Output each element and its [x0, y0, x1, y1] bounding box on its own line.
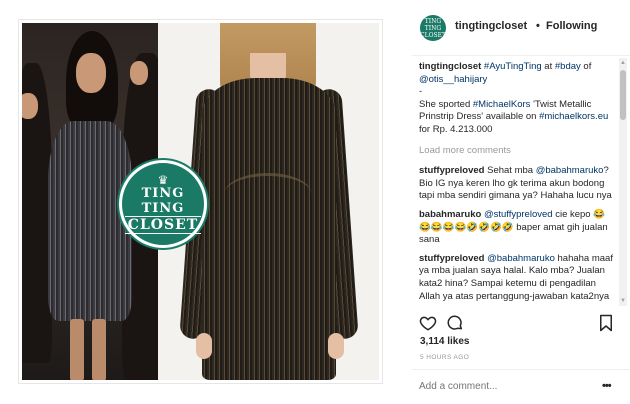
hashtag[interactable]: #bday	[555, 61, 581, 72]
caption-text: for Rp. 4.213.000	[419, 123, 493, 135]
hashtag[interactable]: #michaelkors.eu	[539, 111, 608, 122]
avatar-text: TING TING CLOSET	[420, 17, 446, 39]
leg	[92, 319, 106, 380]
watermark-line1: TING TING	[141, 186, 185, 216]
add-comment-bar: •••	[412, 369, 630, 404]
mention[interactable]: @otis__hahijary	[419, 74, 487, 85]
background-face	[130, 61, 148, 85]
scroll-up-icon[interactable]: ▲	[620, 59, 626, 67]
comments-scrollbar[interactable]: ▲ ▼	[619, 58, 627, 306]
caption-text: of	[580, 61, 592, 72]
post-image[interactable]: ♛ TING TING CLOSET	[18, 19, 383, 384]
likes-count[interactable]: 3,114 likes	[420, 336, 470, 347]
following-button[interactable]: Following	[546, 20, 597, 32]
comments-list[interactable]: tingtingcloset #AyuTingTing at #bday of …	[419, 61, 613, 301]
caption-dash: -	[419, 86, 423, 98]
metallic-dress	[202, 78, 336, 380]
bookmark-icon[interactable]	[598, 314, 614, 332]
comment-username[interactable]: stuffypreloved	[419, 253, 484, 264]
add-comment-input[interactable]	[419, 381, 579, 392]
caption-text: She sported	[419, 98, 473, 110]
header-username[interactable]: tingtingcloset	[455, 20, 527, 32]
action-bar	[412, 310, 630, 334]
post-time: 5 HOURS AGO	[420, 354, 470, 361]
model-hand	[196, 333, 212, 359]
dot-separator: •	[536, 20, 540, 32]
scroll-thumb[interactable]	[620, 70, 626, 120]
load-more-comments-link[interactable]: Load more comments	[419, 145, 613, 158]
comment-username[interactable]: stuffypreloved	[419, 165, 484, 176]
crown-icon: ♛	[157, 173, 169, 187]
watermark-line2: CLOSET	[124, 216, 202, 234]
tingting-closet-watermark: ♛ TING TING CLOSET	[119, 160, 207, 248]
post-header: TING TING CLOSET tingtingcloset • Follow…	[412, 0, 630, 56]
comment-container: stuffypreloved Sehat mba @babahmaruko? B…	[419, 165, 613, 301]
comment-text: Sehat mba	[487, 165, 536, 177]
face	[76, 53, 106, 93]
comment-item: stuffypreloved @babahmaruko hahaha maaf …	[419, 253, 613, 301]
background-face	[22, 93, 38, 119]
avatar[interactable]: TING TING CLOSET	[420, 15, 446, 41]
mention[interactable]: @babahmaruko	[536, 165, 604, 176]
striped-dress	[48, 121, 132, 321]
more-options-icon[interactable]: •••	[602, 380, 612, 392]
hashtag[interactable]: #MichaelKors	[473, 99, 531, 110]
instagram-post: ♛ TING TING CLOSET TING TING CLOSET ting…	[0, 0, 630, 403]
caption: tingtingcloset #AyuTingTing at #bday of …	[419, 61, 613, 137]
comment-item: stuffypreloved Sehat mba @babahmaruko? B…	[419, 165, 613, 203]
dress-twist	[224, 173, 312, 216]
comment-item: babahmaruko @stuffypreloved cie kepo 😂😂😂…	[419, 209, 613, 247]
model-hand	[328, 333, 344, 359]
leg	[70, 319, 84, 380]
caption-username[interactable]: tingtingcloset	[419, 61, 481, 72]
comment-icon[interactable]	[446, 314, 464, 332]
caption-text: at	[541, 61, 555, 72]
mention[interactable]: @stuffypreloved	[484, 209, 553, 220]
hashtag[interactable]: #AyuTingTing	[484, 61, 542, 72]
scroll-down-icon[interactable]: ▼	[620, 297, 626, 305]
mention[interactable]: @babahmaruko	[487, 253, 555, 264]
heart-icon[interactable]	[419, 314, 437, 332]
comment-username[interactable]: babahmaruko	[419, 209, 481, 220]
